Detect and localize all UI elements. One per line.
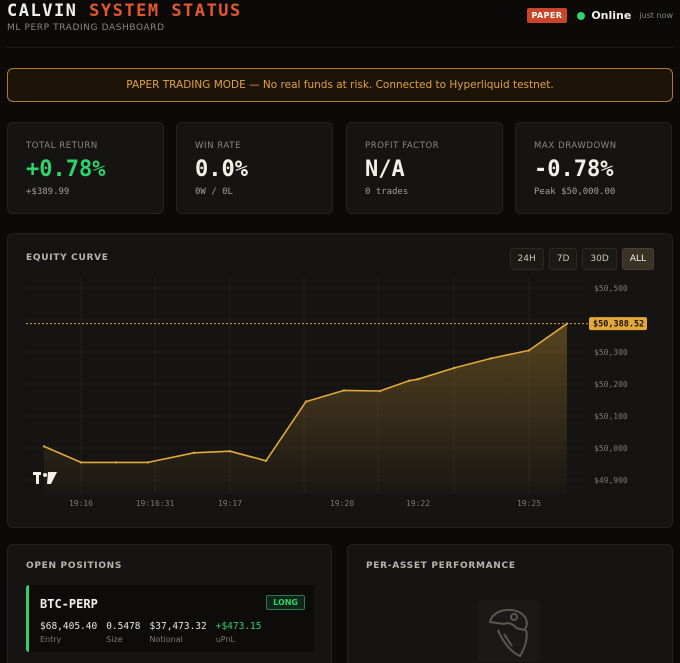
- status-area: PAPER Online just now: [526, 8, 673, 23]
- y-axis-tick-label: $50,500: [594, 284, 628, 293]
- equity-data-point: [228, 450, 232, 453]
- position-details: $68,405.40 Entry 0.5478 Size $37,473.32 …: [40, 621, 262, 644]
- equity-data-point: [114, 461, 118, 464]
- stat-label: PROFIT FACTOR: [365, 141, 440, 151]
- y-axis-tick-label: $49,900: [594, 476, 628, 485]
- app-subtitle: ML PERP TRADING DASHBOARD: [7, 23, 165, 33]
- equity-curve-panel: EQUITY CURVE 24H 7D 30D ALL $50,500$50,4…: [7, 233, 673, 528]
- stat-card-win-rate: WIN RATE 0.0% 0W / 0L: [176, 122, 333, 214]
- equity-data-point: [489, 357, 493, 360]
- equity-data-point: [146, 461, 150, 464]
- app-title-primary: CALVIN: [7, 1, 78, 21]
- x-axis-tick-label: 19:17: [218, 499, 242, 508]
- equity-data-point: [264, 459, 268, 462]
- app-title: CALVIN SYSTEM STATUS: [7, 1, 242, 21]
- stat-card-max-drawdown: MAX DRAWDOWN -0.78% Peak $50,000.00: [515, 122, 672, 214]
- equity-data-point: [527, 349, 531, 352]
- position-entry: $68,405.40 Entry: [40, 621, 97, 644]
- x-axis-tick-label: 19:16:31: [136, 499, 175, 508]
- equity-area: [44, 323, 567, 494]
- position-upnl-label: uPnL: [215, 635, 236, 644]
- online-status-icon: [577, 11, 586, 20]
- position-size-value: 0.5478: [106, 621, 141, 632]
- equity-data-point: [42, 445, 46, 448]
- y-axis-tick-label: $50,300: [594, 348, 628, 357]
- position-entry-value: $68,405.40: [40, 621, 98, 632]
- stat-label: MAX DRAWDOWN: [534, 141, 617, 151]
- paper-trading-banner: PAPER TRADING MODE — No real funds at ri…: [7, 68, 673, 102]
- equity-data-point: [452, 366, 456, 370]
- y-axis-tick-label: $50,200: [594, 380, 628, 389]
- position-notional: $37,473.32 Notional: [150, 621, 207, 644]
- stat-sub: +$389.99: [26, 187, 70, 197]
- equity-data-point: [378, 389, 382, 393]
- position-notional-label: Notional: [149, 635, 183, 644]
- position-size: 0.5478 Size: [106, 621, 140, 644]
- y-axis-tick-label: $50,000: [594, 444, 628, 453]
- equity-curve-chart[interactable]: $50,500$50,400$50,300$50,200$50,100$50,0…: [8, 234, 674, 529]
- equity-data-point: [304, 400, 308, 403]
- open-positions-title: OPEN POSITIONS: [26, 561, 123, 571]
- parrot-mascot-icon: [478, 600, 540, 662]
- position-row[interactable]: BTC-PERP LONG $68,405.40 Entry 0.5478 Si…: [26, 585, 314, 652]
- app-title-accent: SYSTEM STATUS: [89, 1, 242, 21]
- position-side-badge: LONG: [266, 595, 305, 610]
- equity-data-point: [79, 461, 83, 464]
- stat-label: WIN RATE: [195, 141, 242, 151]
- last-value-tag: $50,388.52: [589, 317, 647, 331]
- equity-data-point: [407, 379, 411, 382]
- x-axis-tick-label: 19:16: [69, 499, 93, 508]
- online-status-text: Online: [591, 9, 632, 22]
- per-asset-performance-title: PER-ASSET PERFORMANCE: [366, 561, 516, 571]
- stat-sub: 0 trades: [365, 187, 409, 197]
- position-symbol: BTC-PERP: [40, 597, 98, 611]
- open-positions-panel: OPEN POSITIONS BTC-PERP LONG $68,405.40 …: [7, 544, 332, 663]
- last-update-text: just now: [639, 11, 673, 20]
- position-entry-label: Entry: [40, 635, 62, 644]
- header: CALVIN SYSTEM STATUS ML PERP TRADING DAS…: [7, 0, 673, 48]
- equity-data-point: [342, 389, 346, 392]
- position-upnl: +$473.15 uPnL: [216, 621, 262, 644]
- stat-label: TOTAL RETURN: [26, 141, 98, 151]
- equity-data-point: [416, 378, 420, 381]
- last-value-label: $50,388.52: [593, 320, 644, 330]
- equity-data-point: [192, 451, 196, 454]
- stat-card-profit-factor: PROFIT FACTOR N/A 0 trades: [346, 122, 503, 214]
- x-axis-tick-label: 19:22: [406, 499, 430, 508]
- stat-value: N/A: [365, 157, 405, 182]
- stat-value: 0.0%: [195, 157, 248, 182]
- x-axis-tick-label: 19:25: [517, 499, 541, 508]
- stat-value: +0.78%: [26, 157, 106, 182]
- stat-card-total-return: TOTAL RETURN +0.78% +$389.99: [7, 122, 164, 214]
- position-notional-value: $37,473.32: [149, 621, 207, 632]
- paper-mode-badge: PAPER: [526, 8, 568, 23]
- per-asset-performance-panel: PER-ASSET PERFORMANCE: [347, 544, 673, 663]
- x-axis-tick-label: 19:20: [330, 499, 354, 508]
- y-axis-tick-label: $50,100: [594, 412, 628, 421]
- position-size-label: Size: [106, 635, 123, 644]
- stat-sub: 0W / 0L: [195, 187, 233, 197]
- stat-sub: Peak $50,000.00: [534, 187, 616, 197]
- position-upnl-value: +$473.15: [215, 621, 262, 632]
- stat-value: -0.78%: [534, 157, 614, 182]
